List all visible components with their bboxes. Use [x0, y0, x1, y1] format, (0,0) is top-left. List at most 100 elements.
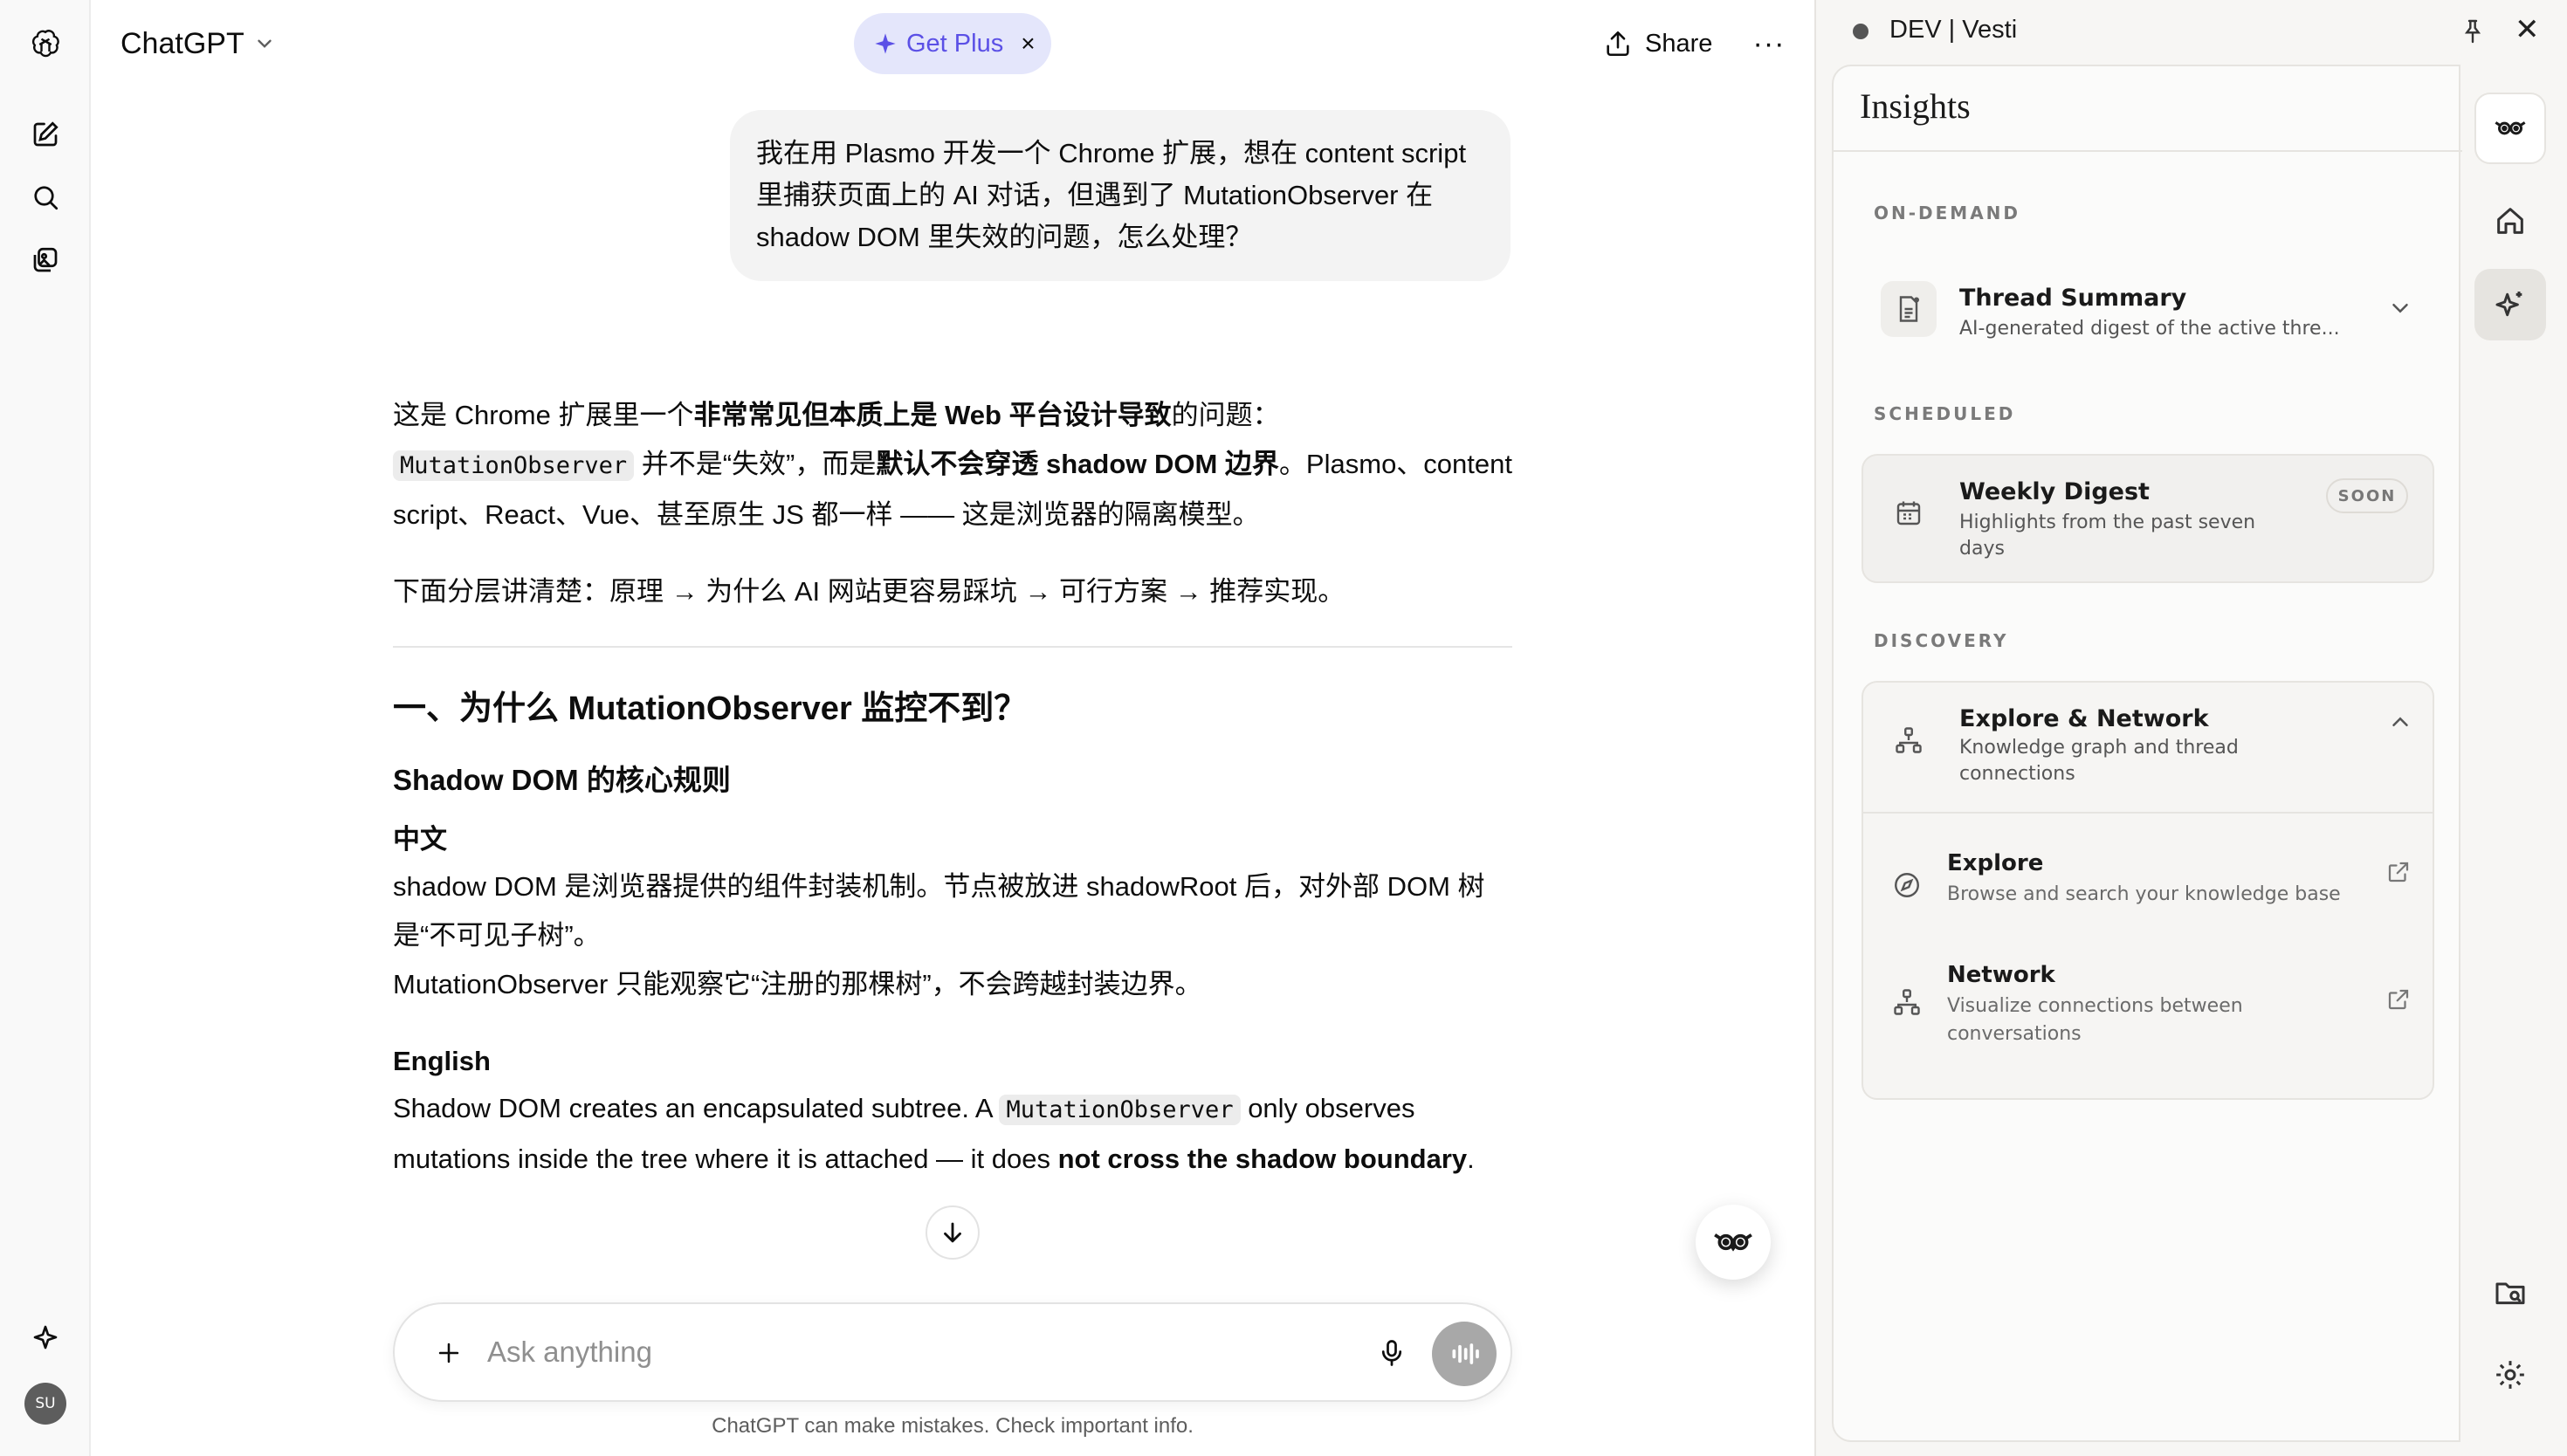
share-label: Share	[1645, 29, 1713, 58]
inline-code: MutationObserver	[393, 450, 635, 481]
panel-window-title: DEV | Vesti	[1889, 16, 2018, 44]
divider	[393, 646, 1512, 648]
explore-network-subtitle-2: connections	[1959, 763, 2075, 785]
openai-logo-icon[interactable]	[23, 21, 68, 66]
network-icon	[1881, 712, 1937, 768]
share-icon	[1607, 31, 1629, 57]
text: .	[1467, 1144, 1475, 1174]
section-heading: 一、为什么 MutationObserver 监控不到？	[393, 690, 1028, 727]
plus-icon	[438, 1343, 459, 1363]
dictate-button[interactable]	[1371, 1332, 1413, 1374]
sparkle-icon[interactable]	[23, 1315, 68, 1360]
arrow-down-icon	[944, 1222, 961, 1243]
library-icon[interactable]	[23, 237, 68, 283]
waveform-icon	[1452, 1343, 1479, 1364]
insights-header: Insights	[1834, 66, 2462, 152]
weekly-digest-subtitle-2: days	[1959, 538, 2005, 560]
message-input[interactable]: Ask anything	[487, 1336, 652, 1369]
english-section: English Shadow DOM creates an encapsulat…	[393, 1039, 1512, 1184]
section-label-scheduled: SCHEDULED	[1874, 403, 2016, 424]
get-plus-button[interactable]: Get Plus ×	[854, 13, 1051, 74]
compass-icon	[1879, 857, 1935, 913]
microphone-icon	[1381, 1340, 1402, 1366]
panel-nav-rail	[2462, 65, 2567, 1442]
text: Shadow DOM creates an encapsulated subtr…	[393, 1093, 1000, 1123]
share-button[interactable]: Share	[1603, 23, 1712, 65]
insights-view: Insights ON-DEMAND Thread Summary AI-gen…	[1832, 65, 2462, 1442]
assistant-message: 这是 Chrome 扩展里一个非常常见但本质上是 Web 平台设计导致的问题： …	[393, 391, 1512, 1213]
chinese-section: 中文 shadow DOM 是浏览器提供的组件封装机制。节点被放进 shadow…	[393, 817, 1512, 1009]
voice-mode-button[interactable]	[1432, 1322, 1497, 1386]
subsection-heading: Shadow DOM 的核心规则	[393, 764, 731, 796]
disclaimer: ChatGPT can make mistakes. Check importa…	[712, 1414, 1194, 1438]
explore-network-header[interactable]: Explore & Network Knowledge graph and th…	[1863, 683, 2433, 810]
section-label-discovery: DISCOVERY	[1874, 630, 2009, 651]
chinese-line-2: MutationObserver 只能观察它“注册的那棵树”，不会跨越封装边界。	[393, 969, 1202, 999]
answer-paragraph-2: 下面分层讲清楚：原理 → 为什么 AI 网站更容易踩坑 → 可行方案 → 推荐实…	[393, 576, 1345, 607]
model-picker[interactable]: ChatGPT	[120, 23, 276, 65]
network-title: Network	[1947, 962, 2055, 988]
network-icon	[1879, 974, 1935, 1030]
weekly-digest-card: Weekly Digest Highlights from the past s…	[1862, 454, 2434, 583]
explore-network-card: Explore & Network Knowledge graph and th…	[1862, 681, 2434, 1100]
explore-subtitle: Browse and search your knowledge base	[1947, 883, 2341, 905]
explore-link[interactable]: Explore Browse and search your knowledge…	[1863, 831, 2433, 934]
home-icon[interactable]	[2474, 185, 2546, 257]
model-name: ChatGPT	[120, 26, 244, 60]
english-label: English	[393, 1046, 491, 1076]
divider	[1863, 812, 2433, 814]
external-link-icon	[2388, 862, 2409, 883]
chevron-down-icon[interactable]	[2387, 295, 2413, 321]
chinese-line-1: shadow DOM 是浏览器提供的组件封装机制。节点被放进 shadowRoo…	[393, 871, 1485, 951]
network-subtitle-1: Visualize connections between	[1947, 995, 2243, 1017]
english-paragraph: Shadow DOM creates an encapsulated subtr…	[393, 1084, 1512, 1184]
scroll-to-bottom-button[interactable]	[926, 1205, 980, 1260]
vesti-floating-button[interactable]	[1696, 1205, 1771, 1280]
thread-summary-card[interactable]: Thread Summary AI-generated digest of th…	[1862, 251, 2434, 365]
bold-text: 非常常见但本质上是 Web 平台设计导致	[693, 400, 1172, 430]
chinese-label: 中文	[393, 824, 447, 855]
user-avatar[interactable]: SU	[24, 1383, 66, 1425]
add-attachment-button[interactable]	[426, 1330, 471, 1376]
text: 的问题：	[1171, 400, 1280, 430]
chevron-down-icon	[258, 39, 272, 48]
new-chat-icon[interactable]	[23, 112, 68, 157]
text: 并不是“失效”，而是	[634, 449, 877, 479]
external-link-icon	[2388, 989, 2409, 1010]
folder-icon[interactable]	[2474, 1257, 2546, 1329]
answer-paragraph-1: 这是 Chrome 扩展里一个非常常见但本质上是 Web 平台设计导致的问题： …	[393, 391, 1512, 539]
bold-text: not cross the shadow boundary	[1057, 1144, 1468, 1174]
close-panel-icon[interactable]: ✕	[2515, 12, 2540, 47]
section-label-on-demand: ON-DEMAND	[1874, 203, 2021, 223]
insights-sparkle-icon[interactable]	[2474, 269, 2546, 340]
composer: Ask anything	[393, 1302, 1512, 1402]
network-subtitle-2: conversations	[1947, 1023, 2082, 1045]
insights-title: Insights	[1860, 86, 1971, 126]
user-message: 我在用 Plasmo 开发一个 Chrome 扩展，想在 content scr…	[730, 110, 1511, 281]
extension-dot-icon	[1853, 24, 1868, 39]
pin-icon[interactable]	[2459, 17, 2487, 45]
thread-summary-title: Thread Summary	[1959, 285, 2187, 312]
explore-network-title: Explore & Network	[1959, 705, 2209, 732]
chevron-up-icon	[2392, 717, 2408, 726]
explore-network-subtitle-1: Knowledge graph and thread	[1959, 737, 2239, 759]
thread-summary-subtitle: AI-generated digest of the active thre..…	[1959, 318, 2340, 340]
document-icon	[1881, 281, 1937, 337]
inline-code: MutationObserver	[999, 1095, 1241, 1125]
network-link[interactable]: Network Visualize connections between co…	[1863, 943, 2433, 1063]
get-plus-label: Get Plus	[906, 29, 1004, 58]
bold-text: 默认不会穿透 shadow DOM 边界	[876, 449, 1279, 479]
search-icon[interactable]	[23, 175, 68, 220]
calendar-icon	[1881, 485, 1937, 541]
close-icon[interactable]: ×	[1021, 30, 1035, 58]
weekly-digest-subtitle-1: Highlights from the past seven	[1959, 512, 2256, 533]
sparkle-icon	[875, 33, 896, 54]
owl-icon	[1714, 1233, 1752, 1252]
panel-title-bar: DEV | Vesti ✕	[1816, 0, 2567, 63]
owl-logo-icon[interactable]	[2474, 93, 2546, 164]
soon-badge: SOON	[2326, 478, 2408, 513]
left-sidebar: SU	[0, 0, 91, 1456]
more-options-icon[interactable]: ···	[1751, 26, 1786, 61]
weekly-digest-title: Weekly Digest	[1959, 478, 2150, 505]
settings-gear-icon[interactable]	[2474, 1339, 2546, 1411]
